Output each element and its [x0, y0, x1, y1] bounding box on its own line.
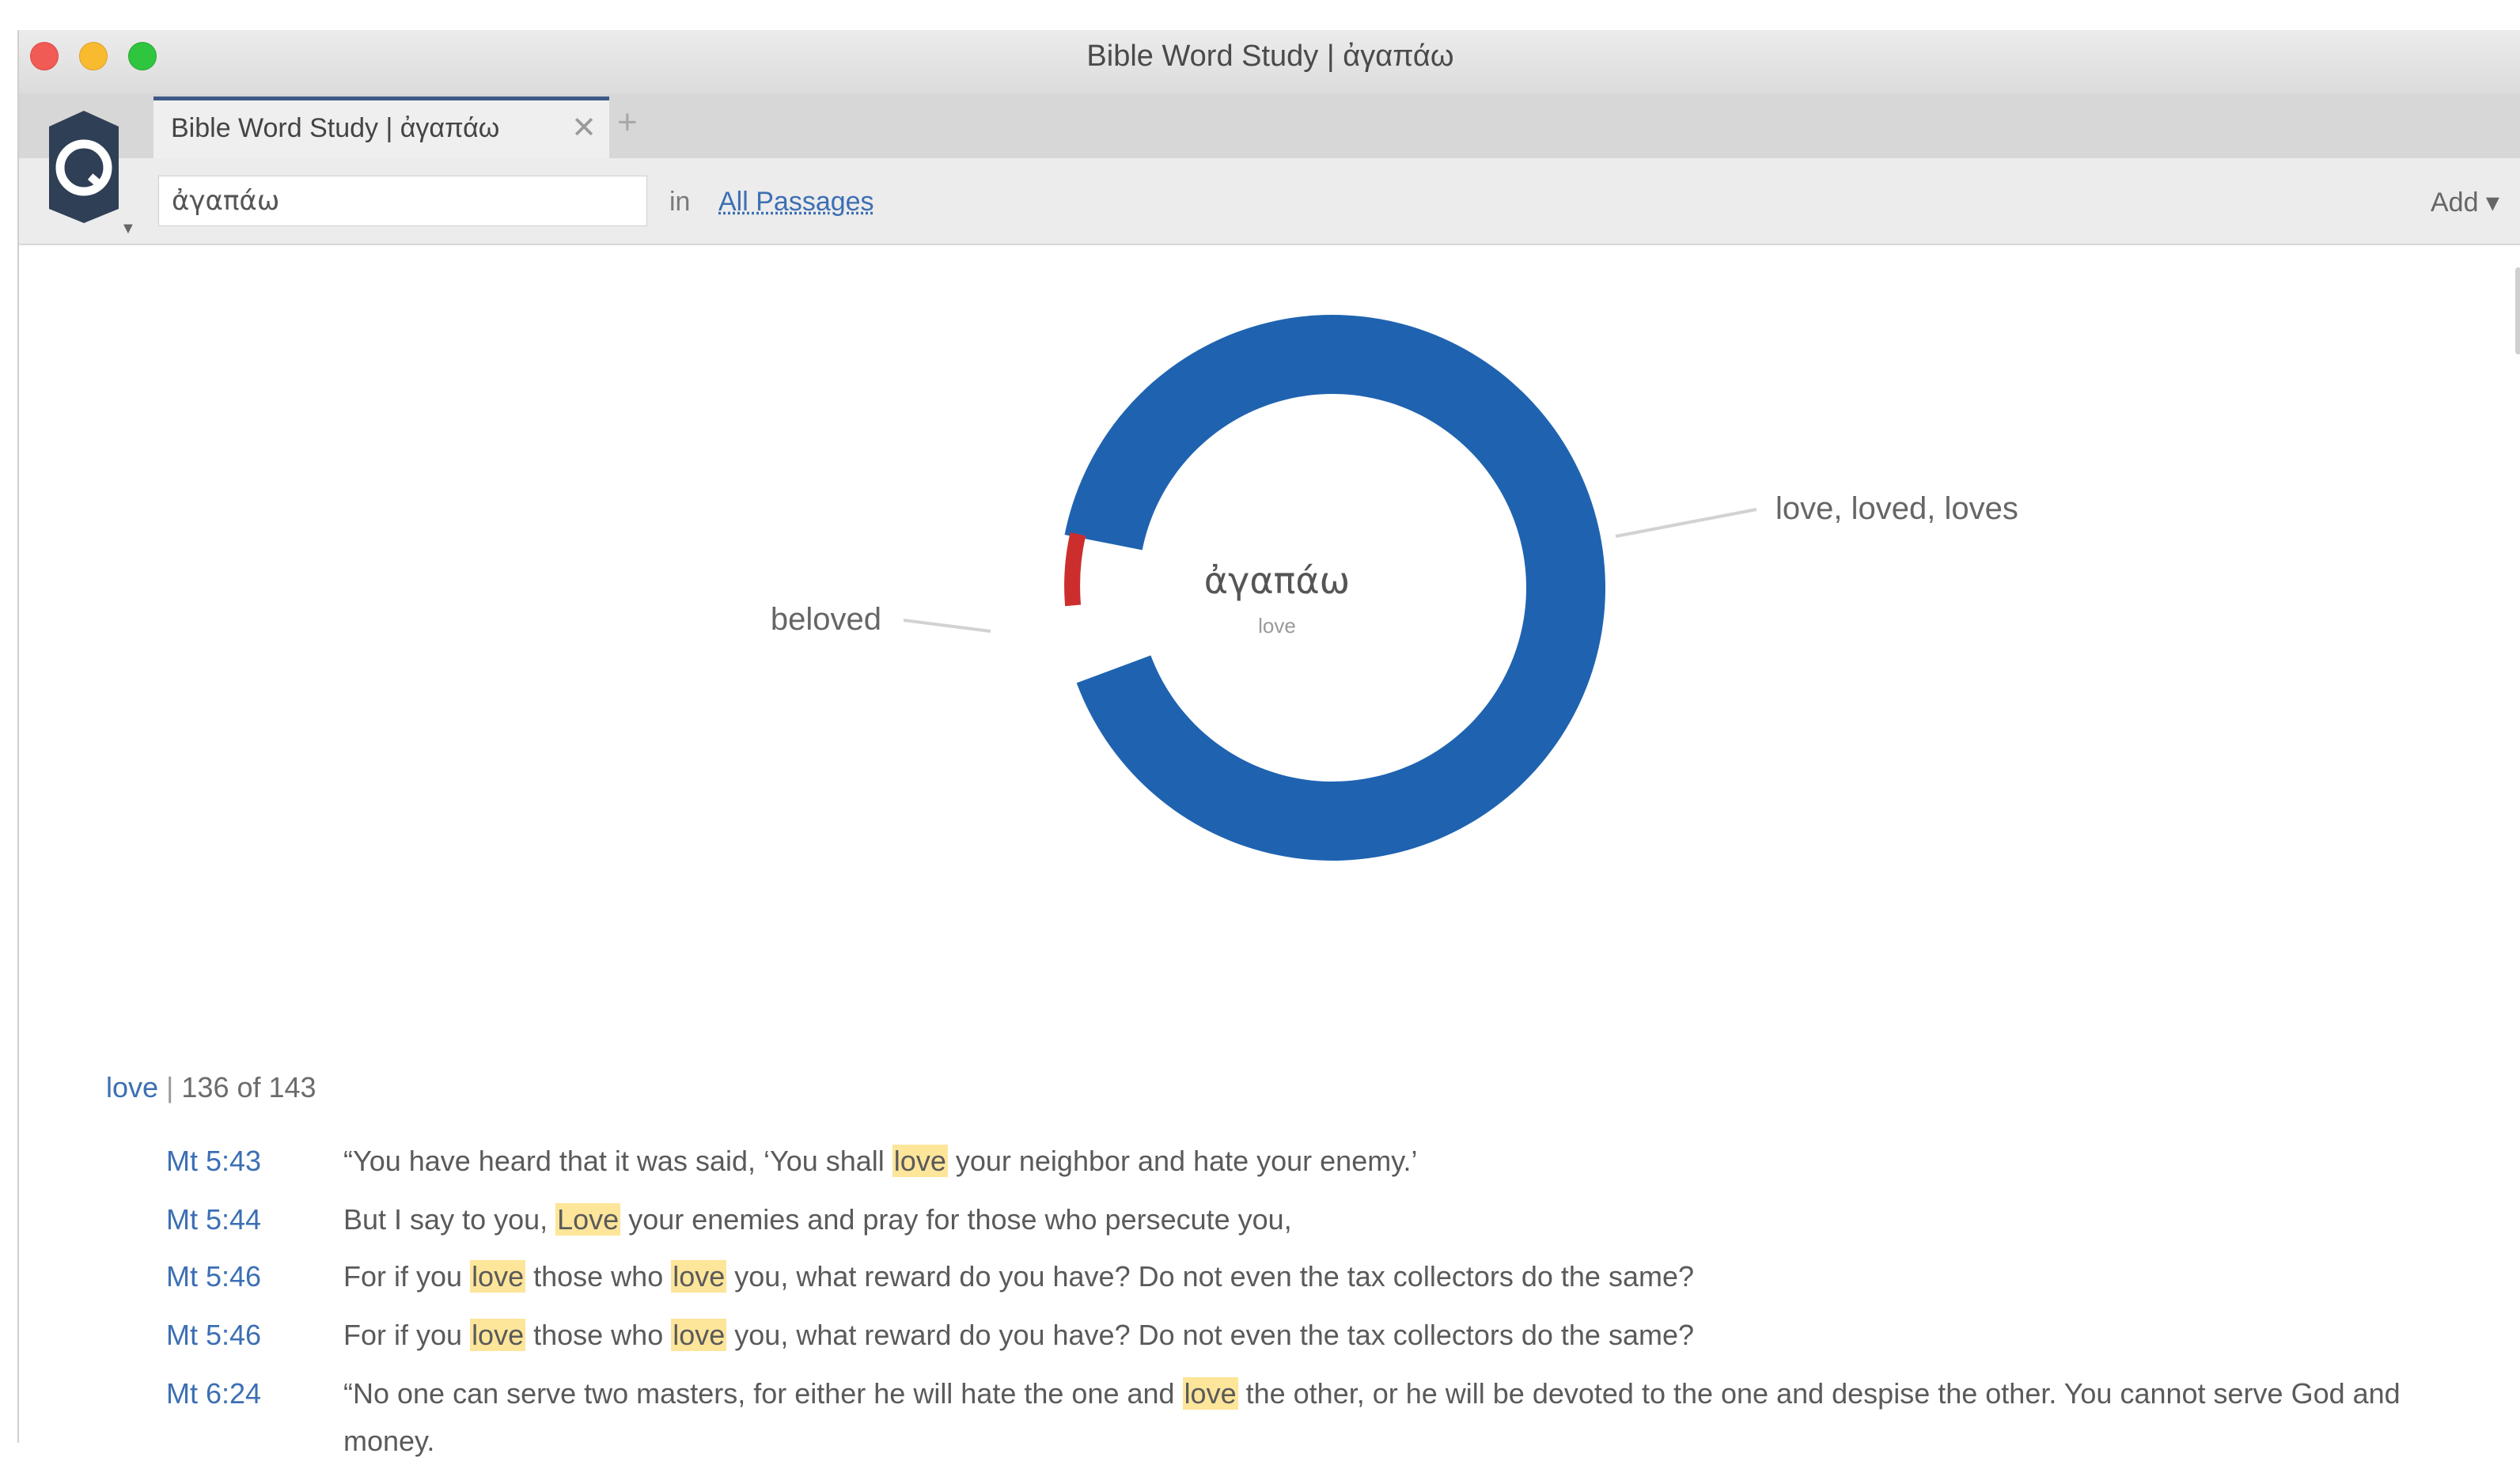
- verse-text: “No one can serve two masters, for eithe…: [343, 1370, 2416, 1465]
- logo-menu-caret-icon[interactable]: ▼: [120, 220, 136, 238]
- highlighted-term[interactable]: love: [671, 1260, 727, 1293]
- verse-reference-link[interactable]: Mt 5:46: [166, 1312, 261, 1359]
- highlighted-term[interactable]: love: [671, 1319, 727, 1351]
- highlighted-term[interactable]: love: [1182, 1377, 1238, 1410]
- results-sense-link[interactable]: love: [106, 1071, 158, 1103]
- center-gloss: love: [1258, 614, 1296, 638]
- results-count: 136 of 143: [181, 1071, 316, 1103]
- verse-text-fragment: you, what reward do you have? Do not eve…: [726, 1319, 1694, 1351]
- verse-text-fragment: your neighbor and hate your enemy.’: [947, 1145, 1418, 1177]
- verse-text: “You have heard that it was said, ‘You s…: [343, 1138, 2416, 1185]
- verse-text-fragment: But I say to you,: [343, 1203, 556, 1236]
- highlighted-term[interactable]: love: [470, 1260, 526, 1293]
- leader-line-beloved: [903, 619, 991, 633]
- app-window: Bible Word Study | ἀγαπάω Bible Word Stu…: [17, 30, 2520, 1457]
- verse-text: For if you love those who love you, what…: [343, 1253, 2416, 1300]
- verse-text-fragment: “No one can serve two masters, for eithe…: [343, 1377, 1183, 1410]
- verse-text-fragment: those who: [525, 1260, 672, 1293]
- leader-line-love: [1615, 508, 1757, 538]
- verse-text-fragment: you, what reward do you have? Do not eve…: [726, 1260, 1694, 1293]
- slice-beloved[interactable]: [1064, 532, 1086, 607]
- verse-text-fragment: For if you: [343, 1319, 471, 1351]
- verse-reference-link[interactable]: Mt 5:44: [166, 1196, 261, 1244]
- highlighted-term[interactable]: Love: [555, 1203, 621, 1236]
- verse-text-fragment: your enemies and pray for those who pers…: [620, 1203, 1292, 1236]
- highlighted-term[interactable]: love: [470, 1319, 526, 1351]
- verse-text-fragment: those who: [525, 1319, 672, 1351]
- verse-reference-link[interactable]: Mt 5:46: [166, 1253, 261, 1300]
- verse-reference-link[interactable]: Mt 6:24: [166, 1370, 261, 1418]
- center-lemma: ἀγαπάω: [1204, 559, 1350, 602]
- sense-donut-chart: love, loved, loves beloved ἀγαπάω love: [771, 315, 2018, 861]
- verse-text: For if you love those who love you, what…: [343, 1312, 2416, 1359]
- logos-logo-icon[interactable]: [43, 108, 125, 226]
- slice-label-beloved[interactable]: beloved: [771, 602, 881, 637]
- slice-label-love[interactable]: love, loved, loves: [1775, 491, 2018, 526]
- results-separator: |: [166, 1071, 174, 1103]
- verse-text: But I say to you, Love your enemies and …: [343, 1196, 2416, 1244]
- verse-reference-link[interactable]: Mt 5:43: [166, 1138, 261, 1185]
- verse-text-fragment: For if you: [343, 1260, 471, 1293]
- highlighted-term[interactable]: love: [892, 1145, 948, 1177]
- verse-text-fragment: “You have heard that it was said, ‘You s…: [343, 1145, 892, 1177]
- results-header: love | 136 of 143: [106, 1071, 316, 1104]
